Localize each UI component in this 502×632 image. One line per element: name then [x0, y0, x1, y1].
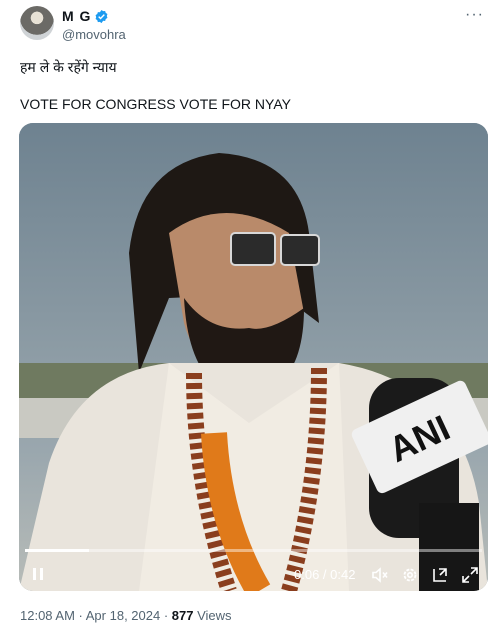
video-progress-fill: [25, 549, 89, 552]
video-player[interactable]: ANI 0:06 / 0:42: [19, 123, 488, 591]
video-time: 0:06 / 0:42: [294, 567, 355, 582]
verified-badge-icon: [96, 9, 108, 23]
time-separator: /: [319, 567, 331, 582]
settings-gear-icon[interactable]: [401, 566, 419, 584]
views-count: 877: [171, 608, 194, 623]
fullscreen-icon[interactable]: [461, 566, 479, 584]
video-controls: 0:06 / 0:42: [19, 559, 488, 589]
current-time: 0:06: [294, 567, 320, 582]
video-frame: ANI: [19, 123, 488, 591]
mute-icon[interactable]: [371, 566, 389, 584]
pause-icon[interactable]: [31, 567, 45, 581]
tweet-metadata: 12:08 AM · Apr 18, 2024 · 877 Views: [20, 608, 232, 623]
timestamp[interactable]: 12:08 AM · Apr 18, 2024 ·: [20, 608, 172, 623]
avatar[interactable]: [20, 6, 54, 40]
more-options-icon[interactable]: ···: [465, 7, 484, 23]
tweet-text-line-1: हम ले के रहेंगे न्याय: [20, 59, 117, 75]
views-label: Views: [193, 608, 232, 623]
picture-in-picture-icon[interactable]: [431, 566, 449, 584]
video-progress-bar[interactable]: [25, 549, 482, 552]
display-name[interactable]: M G: [62, 8, 91, 24]
tweet-text-line-2: VOTE FOR CONGRESS VOTE FOR NYAY: [20, 96, 291, 112]
author-name-row: M G: [62, 8, 109, 24]
user-handle[interactable]: @movohra: [62, 27, 126, 42]
duration: 0:42: [330, 567, 356, 582]
